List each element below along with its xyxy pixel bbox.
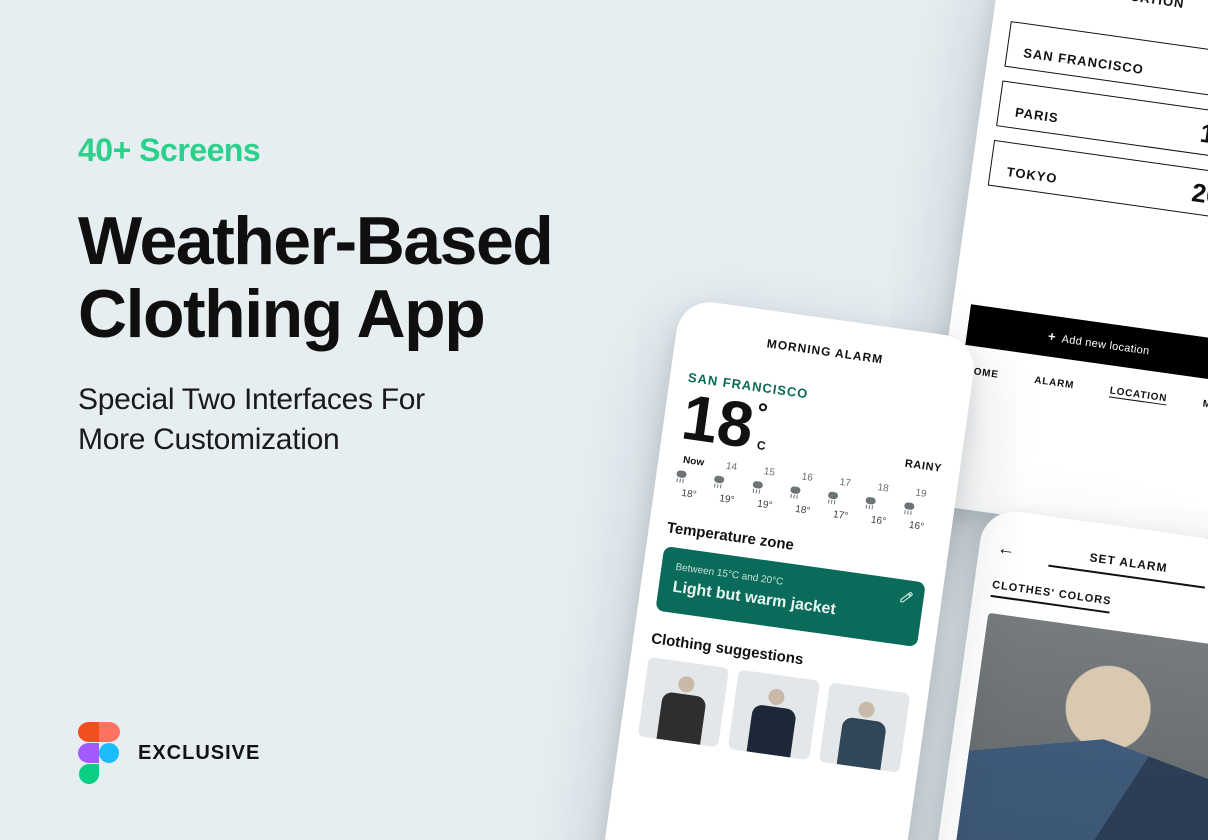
headline-line-2: Clothing App bbox=[78, 276, 484, 352]
hour-temp: 17° bbox=[823, 508, 858, 524]
clothing-card[interactable] bbox=[819, 682, 911, 773]
rain-icon bbox=[711, 474, 727, 490]
nav-location[interactable]: LOCATION bbox=[1109, 385, 1168, 404]
hour-label: 17 bbox=[827, 475, 862, 491]
figma-icon bbox=[78, 722, 120, 784]
rain-icon bbox=[825, 490, 841, 506]
hour-label: 16 bbox=[790, 470, 825, 486]
figma-exclusive-badge: EXCLUSIVE bbox=[78, 722, 260, 784]
rain-icon bbox=[787, 485, 803, 501]
rain-icon bbox=[673, 469, 689, 485]
hour-label: 14 bbox=[714, 459, 749, 475]
phone-set-alarm: ← SET ALARM CLOTHES' COLORS bbox=[907, 507, 1208, 840]
hour-temp: 16° bbox=[899, 519, 934, 535]
location-temp: 20 bbox=[1190, 179, 1208, 209]
hour-label: 15 bbox=[752, 465, 787, 481]
hour-now: Now bbox=[676, 454, 711, 470]
hour-label: 18 bbox=[865, 481, 900, 497]
model-photo bbox=[952, 613, 1208, 840]
alarm-temp: 18 bbox=[678, 385, 757, 458]
location-temp: 10 bbox=[1199, 120, 1208, 150]
rain-icon bbox=[863, 495, 879, 511]
phone-location: Edit LOCATION SAN FRANCISCO 18°C PARIS 1… bbox=[925, 0, 1208, 546]
subhead-line-1: Special Two Interfaces For bbox=[78, 383, 425, 416]
rain-icon bbox=[749, 479, 765, 495]
phone-mockups: ACCOUNT PAYMENT S CONTAC OTH HO RO Edit … bbox=[604, 0, 1208, 840]
headline: Weather-Based Clothing App bbox=[78, 205, 638, 352]
morning-alarm-title: MORNING ALARM bbox=[693, 326, 956, 377]
rain-icon bbox=[901, 501, 917, 517]
location-city: SAN FRANCISCO bbox=[1023, 45, 1145, 77]
location-card-tokyo[interactable]: TOKYO 20°C bbox=[988, 140, 1208, 222]
badge-text: EXCLUSIVE bbox=[138, 742, 260, 765]
hour-temp: 18° bbox=[785, 503, 820, 519]
hour-temp: 16° bbox=[861, 513, 896, 529]
plus-icon: + bbox=[1047, 328, 1057, 344]
clothing-card[interactable] bbox=[638, 657, 730, 748]
subhead-line-2: More Customization bbox=[78, 423, 339, 456]
hour-temp: 18° bbox=[671, 487, 706, 503]
hour-label: 19 bbox=[903, 486, 938, 502]
nav-me[interactable]: ME bbox=[1202, 399, 1208, 412]
location-title: LOCATION bbox=[1016, 0, 1208, 24]
back-arrow-icon[interactable]: ← bbox=[996, 537, 1017, 560]
phone-morning-alarm: MORNING ALARM SAN FRANCISCO 18°C RAINY N… bbox=[595, 298, 978, 840]
eyebrow: 40+ Screens bbox=[78, 132, 638, 169]
nav-alarm[interactable]: ALARM bbox=[1034, 375, 1075, 391]
hour-temp: 19° bbox=[747, 497, 782, 513]
subheadline: Special Two Interfaces For More Customiz… bbox=[78, 380, 638, 461]
add-location-label: Add new location bbox=[1061, 333, 1150, 357]
location-city: PARIS bbox=[1014, 105, 1059, 126]
location-city: TOKYO bbox=[1006, 164, 1059, 186]
headline-line-1: Weather-Based bbox=[78, 203, 552, 279]
hour-temp: 19° bbox=[709, 492, 744, 508]
alarm-condition: RAINY bbox=[904, 458, 943, 475]
clothing-card[interactable] bbox=[728, 670, 820, 761]
